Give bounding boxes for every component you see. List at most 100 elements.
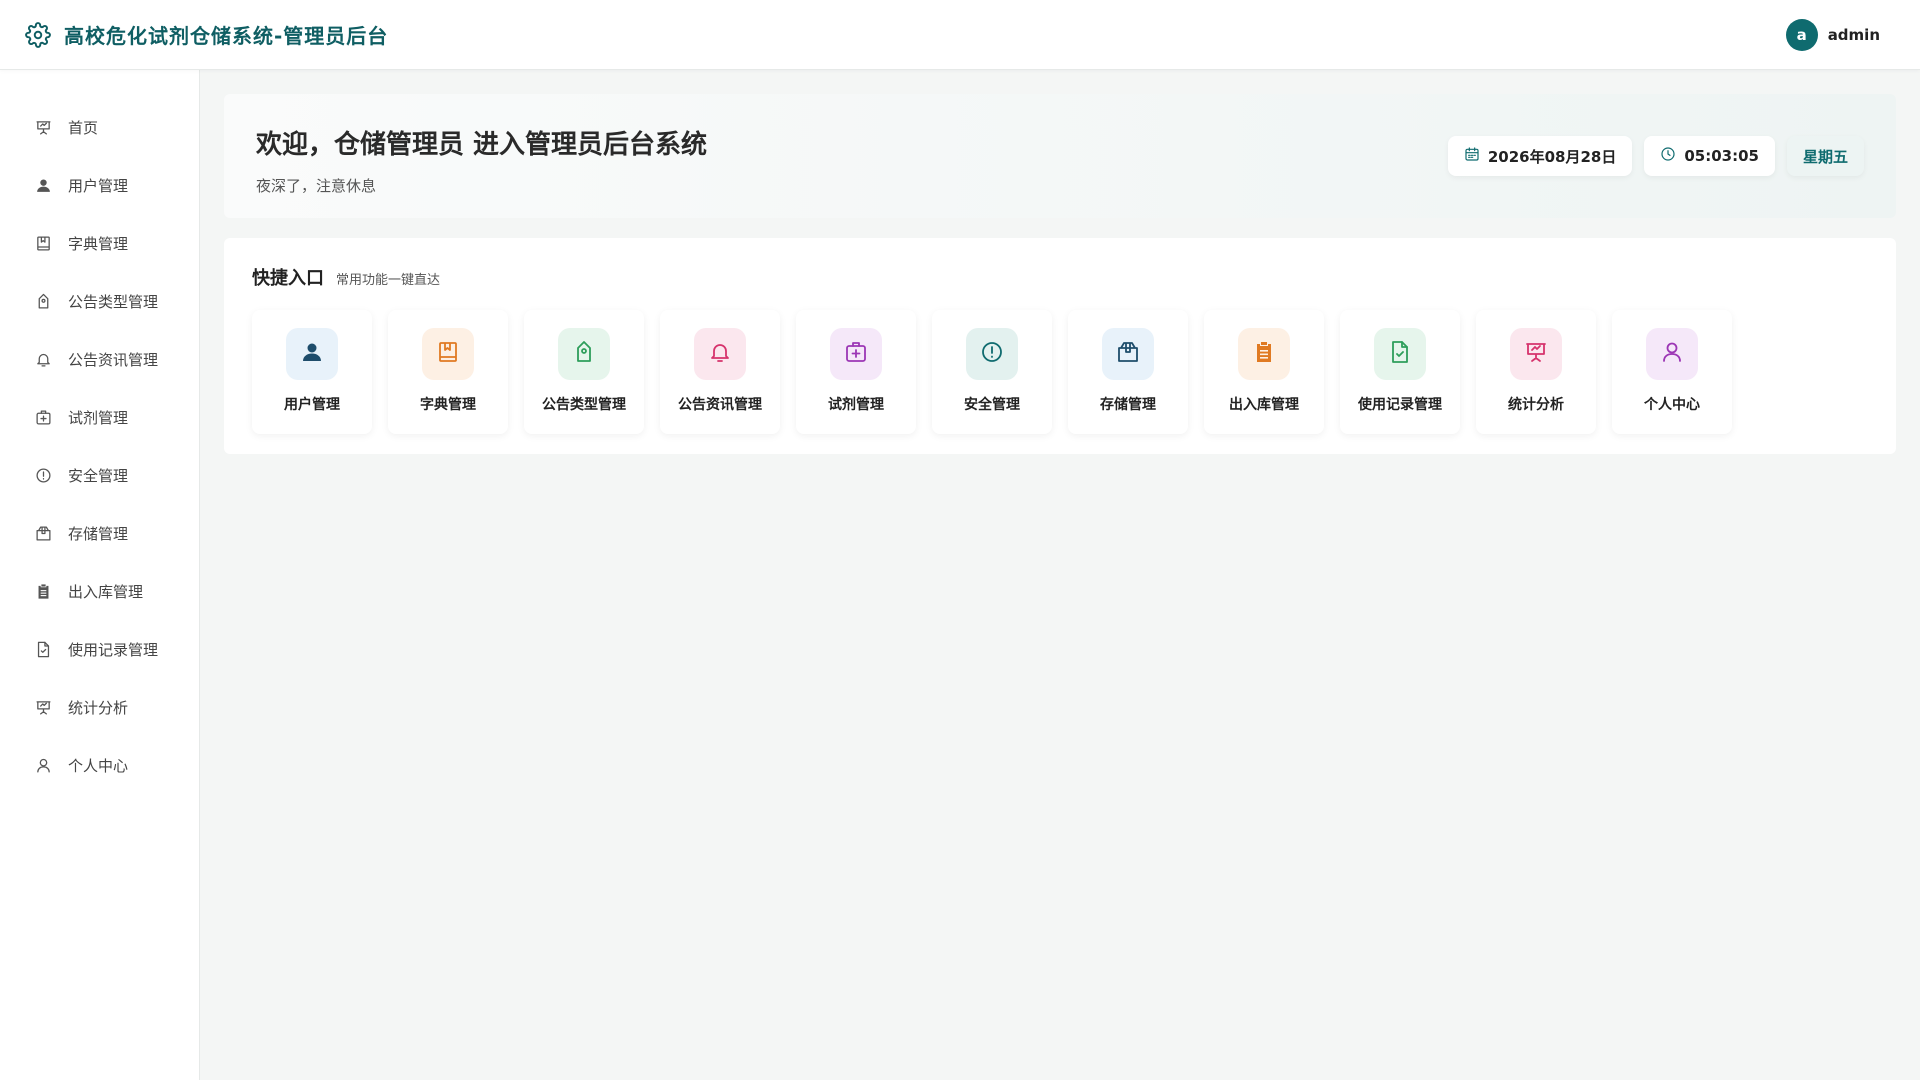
card-icon-box — [966, 328, 1018, 380]
medkit-icon — [34, 408, 52, 426]
card-label: 公告资讯管理 — [678, 397, 762, 413]
sidebar-item-label: 安全管理 — [68, 466, 129, 485]
card-icon-box — [422, 328, 474, 380]
sidebar-item-label: 试剂管理 — [68, 408, 129, 427]
app-title: 高校危化试剂仓储系统-管理员后台 — [64, 24, 389, 48]
sidebar-item-dictionary[interactable]: 字典管理 — [0, 214, 199, 272]
clipboard-icon — [1252, 340, 1276, 368]
tag-icon — [34, 292, 52, 310]
sidebar-item-users[interactable]: 用户管理 — [0, 156, 199, 214]
book-icon — [436, 340, 460, 368]
card-icon-box — [830, 328, 882, 380]
weekday-pill: 星期五 — [1786, 136, 1864, 176]
medkit-icon — [844, 340, 868, 368]
sidebar-item-label: 出入库管理 — [68, 582, 144, 601]
box-icon — [34, 524, 52, 542]
card-label: 字典管理 — [420, 397, 476, 413]
sidebar-item-usage-records[interactable]: 使用记录管理 — [0, 620, 199, 678]
card-label: 安全管理 — [964, 397, 1020, 413]
presentation-icon — [34, 118, 52, 136]
quick-card-notices[interactable]: 公告资讯管理 — [660, 310, 780, 434]
welcome-banner: 欢迎，仓储管理员 进入管理员后台系统 夜深了，注意休息 2026年08月28日 … — [224, 94, 1896, 218]
sidebar: 首页 用户管理 字典管理 公告类型管理 公告资讯管理 试剂管理 安全管理 存储管… — [0, 70, 200, 1080]
sidebar-item-label: 存储管理 — [68, 524, 129, 543]
bell-icon — [708, 340, 732, 368]
clock-icon — [1660, 146, 1676, 166]
sidebar-item-label: 公告类型管理 — [68, 292, 159, 311]
card-label: 使用记录管理 — [1358, 397, 1442, 413]
person-icon — [1660, 340, 1684, 368]
file-check-icon — [34, 640, 52, 658]
date-text: 2026年08月28日 — [1487, 147, 1617, 166]
card-icon-box — [1102, 328, 1154, 380]
quick-card-statistics[interactable]: 统计分析 — [1476, 310, 1596, 434]
sidebar-item-label: 首页 — [68, 118, 99, 137]
quick-card-profile[interactable]: 个人中心 — [1612, 310, 1732, 434]
quick-card-usage-records[interactable]: 使用记录管理 — [1340, 310, 1460, 434]
card-label: 用户管理 — [284, 397, 340, 413]
avatar[interactable]: a — [1785, 18, 1818, 51]
card-icon-box — [286, 328, 338, 380]
card-label: 公告类型管理 — [542, 397, 626, 413]
sidebar-item-statistics[interactable]: 统计分析 — [0, 678, 199, 736]
sidebar-item-notice-types[interactable]: 公告类型管理 — [0, 272, 199, 330]
sidebar-item-label: 统计分析 — [68, 698, 129, 717]
tag-icon — [572, 340, 596, 368]
sidebar-item-profile[interactable]: 个人中心 — [0, 736, 199, 794]
top-header: 高校危化试剂仓储系统-管理员后台 a admin — [0, 0, 1920, 70]
sidebar-item-reagents[interactable]: 试剂管理 — [0, 388, 199, 446]
calendar-icon — [1464, 146, 1480, 166]
card-icon-box — [1510, 328, 1562, 380]
sidebar-item-label: 公告资讯管理 — [68, 350, 159, 369]
sidebar-item-home[interactable]: 首页 — [0, 98, 199, 156]
card-label: 统计分析 — [1508, 397, 1564, 413]
quick-access-subtitle: 常用功能一键直达 — [336, 273, 441, 288]
quick-access-cards: 用户管理 字典管理 公告类型管理 公告资讯管理 试剂管理 安全管理 存储管理 出… — [252, 310, 1868, 434]
book-icon — [34, 234, 52, 252]
quick-card-reagents[interactable]: 试剂管理 — [796, 310, 916, 434]
quick-card-safety[interactable]: 安全管理 — [932, 310, 1052, 434]
sidebar-item-inout[interactable]: 出入库管理 — [0, 562, 199, 620]
sidebar-item-label: 个人中心 — [68, 756, 129, 775]
card-icon-box — [1646, 328, 1698, 380]
file-check-icon — [1388, 340, 1412, 368]
card-icon-box — [1374, 328, 1426, 380]
alert-icon — [980, 340, 1004, 368]
sidebar-item-label: 使用记录管理 — [68, 640, 159, 659]
card-label: 出入库管理 — [1229, 397, 1299, 413]
time-pill: 05:03:05 — [1644, 136, 1775, 176]
sidebar-item-notices[interactable]: 公告资讯管理 — [0, 330, 199, 388]
quick-card-dictionary[interactable]: 字典管理 — [388, 310, 508, 434]
clipboard-icon — [34, 582, 52, 600]
weekday-text: 星期五 — [1802, 147, 1848, 166]
quick-card-storage[interactable]: 存储管理 — [1068, 310, 1188, 434]
bell-icon — [34, 350, 52, 368]
quick-card-users[interactable]: 用户管理 — [252, 310, 372, 434]
sidebar-item-storage[interactable]: 存储管理 — [0, 504, 199, 562]
date-pill: 2026年08月28日 — [1447, 136, 1633, 176]
card-label: 存储管理 — [1100, 397, 1156, 413]
card-icon-box — [1238, 328, 1290, 380]
quick-access-header: 快捷入口 常用功能一键直达 — [252, 264, 1868, 290]
presentation-icon — [1524, 340, 1548, 368]
welcome-subtitle: 夜深了，注意休息 — [256, 177, 377, 195]
card-icon-box — [694, 328, 746, 380]
alert-icon — [34, 466, 52, 484]
quick-access-title: 快捷入口 — [252, 268, 324, 289]
time-text: 05:03:05 — [1684, 147, 1759, 165]
sidebar-item-label: 字典管理 — [68, 234, 129, 253]
sidebar-item-safety[interactable]: 安全管理 — [0, 446, 199, 504]
gear-icon — [24, 21, 52, 49]
person-icon — [34, 756, 52, 774]
quick-card-notice-types[interactable]: 公告类型管理 — [524, 310, 644, 434]
box-icon — [1116, 340, 1140, 368]
datetime-pills: 2026年08月28日 05:03:05 星期五 — [1447, 136, 1864, 176]
user-menu[interactable]: a admin — [1785, 18, 1880, 51]
user-icon — [300, 340, 324, 368]
user-icon — [34, 176, 52, 194]
presentation-icon — [34, 698, 52, 716]
quick-card-inout[interactable]: 出入库管理 — [1204, 310, 1324, 434]
card-label: 个人中心 — [1644, 397, 1700, 413]
card-label: 试剂管理 — [828, 397, 884, 413]
username[interactable]: admin — [1828, 26, 1880, 44]
